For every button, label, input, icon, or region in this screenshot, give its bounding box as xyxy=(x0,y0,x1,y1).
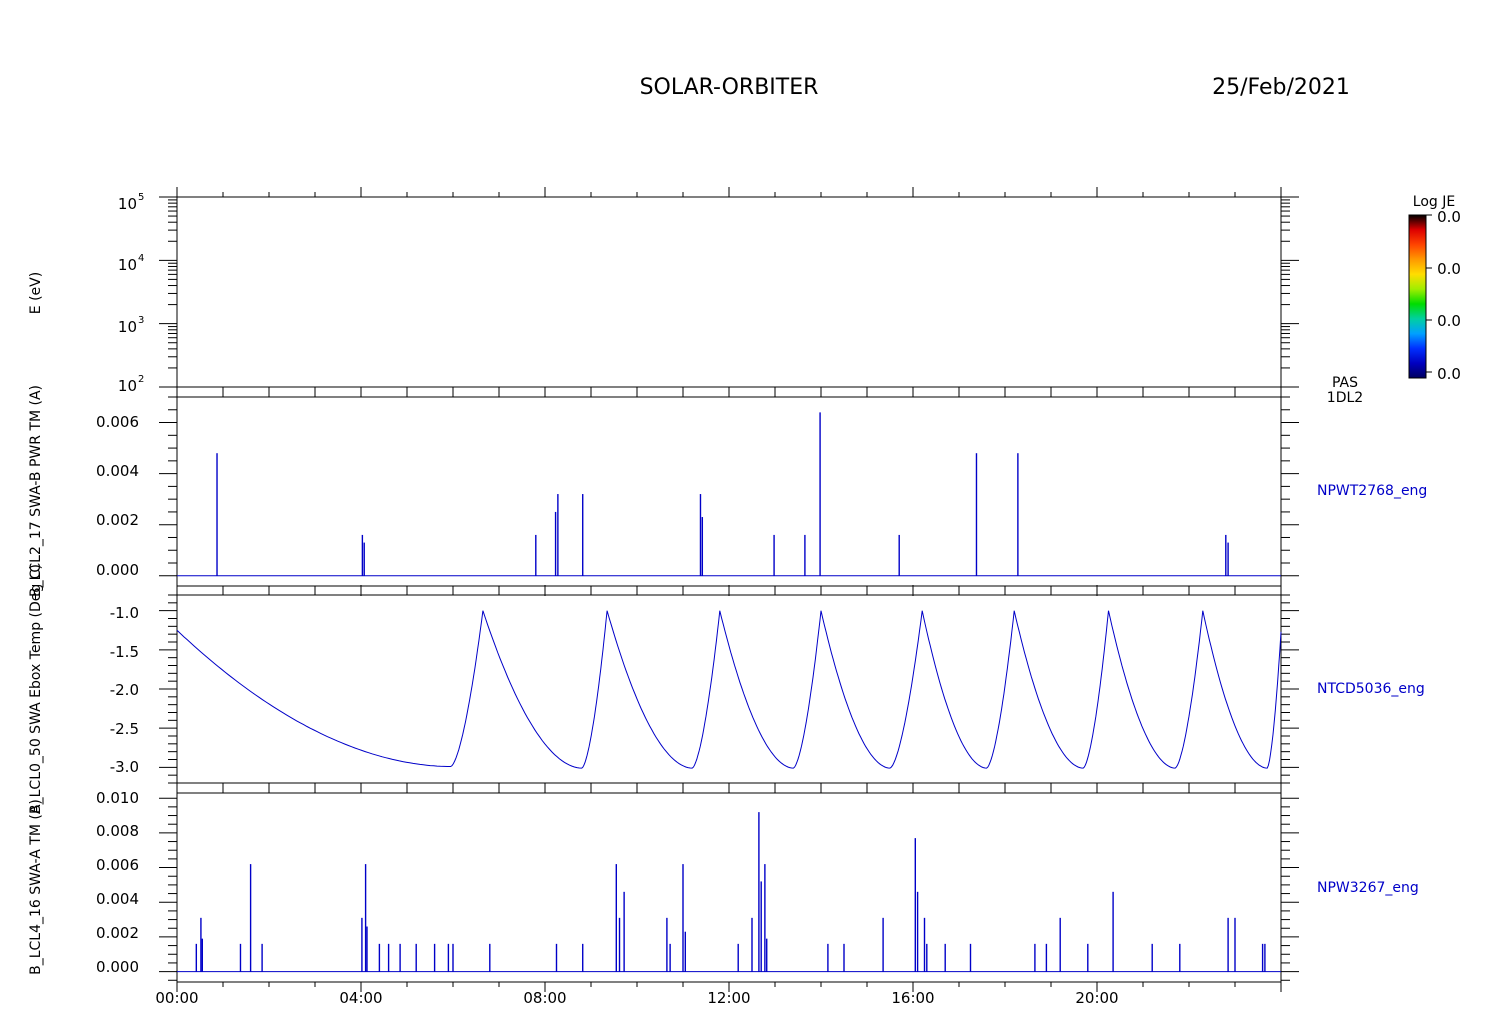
svg-text:4: 4 xyxy=(138,253,144,264)
colorbar-tick-label: 0.0 xyxy=(1437,260,1461,278)
axis-ticks xyxy=(159,187,1432,992)
date-label: 25/Feb/2021 xyxy=(1212,75,1350,100)
panel-1-side-label-line-2: 1DL2 xyxy=(1327,390,1363,406)
panel-1-ylabel: E (eV) xyxy=(28,272,44,314)
panel-2-tick-label: 0.002 xyxy=(96,511,139,529)
panel-1-tick-label-3: 10 2 xyxy=(118,374,144,395)
panel-2-tick-label: 0.004 xyxy=(96,462,139,480)
panel-4-tick-label: 0.006 xyxy=(96,856,139,874)
panel-3-tick-label: -2.0 xyxy=(110,681,139,699)
svg-text:10: 10 xyxy=(118,377,137,395)
panel-1-tick-label-1: 10 4 xyxy=(118,253,144,274)
panel-4-tick-label: 0.008 xyxy=(96,822,139,840)
panel-4-tick-label: 0.004 xyxy=(96,890,139,908)
panel-2-tick-label: 0.000 xyxy=(96,561,139,579)
panel-2-tick-label: 0.006 xyxy=(96,413,139,431)
panel-2-series-label: NPWT2768_eng xyxy=(1317,483,1427,499)
chart-canvas: SOLAR-ORBITER 25/Feb/2021 10 5 10 4 10 3… xyxy=(28,75,1461,1007)
panel-1-tick-label-0: 10 5 xyxy=(118,192,144,213)
panel-4-frame xyxy=(176,792,1282,983)
panel-3-temperature-line xyxy=(176,610,1282,769)
panel-4-series-label: NPW3267_eng xyxy=(1317,880,1419,896)
panel-3-left-label: B_LCL0_50 SWA Ebox Temp (Deg C) xyxy=(28,564,44,814)
colorbar-tick-label: 0.0 xyxy=(1437,312,1461,330)
panel-4-left-label: B_LCL4_16 SWA-A TM (A) xyxy=(28,799,44,975)
panel-3-tick-label: -1.5 xyxy=(110,643,139,661)
panel-3-tick-label: -2.5 xyxy=(110,720,139,738)
panel-4-tick-label: 0.000 xyxy=(96,958,139,976)
panel-1-frame xyxy=(176,196,1282,388)
svg-text:10: 10 xyxy=(118,256,137,274)
data-series xyxy=(176,412,1282,973)
svg-text:10: 10 xyxy=(118,195,137,213)
colorbar-tick-label: 0.0 xyxy=(1437,208,1461,226)
svg-text:10: 10 xyxy=(118,318,137,336)
panel-3-tick-label: -3.0 xyxy=(110,758,139,776)
panel-1-side-label-line-1: PAS xyxy=(1332,375,1358,391)
mission-title: SOLAR-ORBITER xyxy=(640,75,819,100)
svg-text:5: 5 xyxy=(138,192,144,203)
colorbar xyxy=(1408,214,1427,379)
panel-4-tick-label: 0.010 xyxy=(96,789,139,807)
panel-3-tick-label: -1.0 xyxy=(110,604,139,622)
svg-text:3: 3 xyxy=(138,315,144,326)
panel-1-tick-label-2: 10 3 xyxy=(118,315,144,336)
svg-text:2: 2 xyxy=(138,374,144,385)
panel-3-frame xyxy=(176,594,1282,784)
panel-2-frame xyxy=(176,396,1282,587)
colorbar-tick-label: 0.0 xyxy=(1437,365,1461,383)
panel-3-series-label: NTCD5036_eng xyxy=(1317,681,1425,697)
panel-4-tick-label: 0.002 xyxy=(96,924,139,942)
